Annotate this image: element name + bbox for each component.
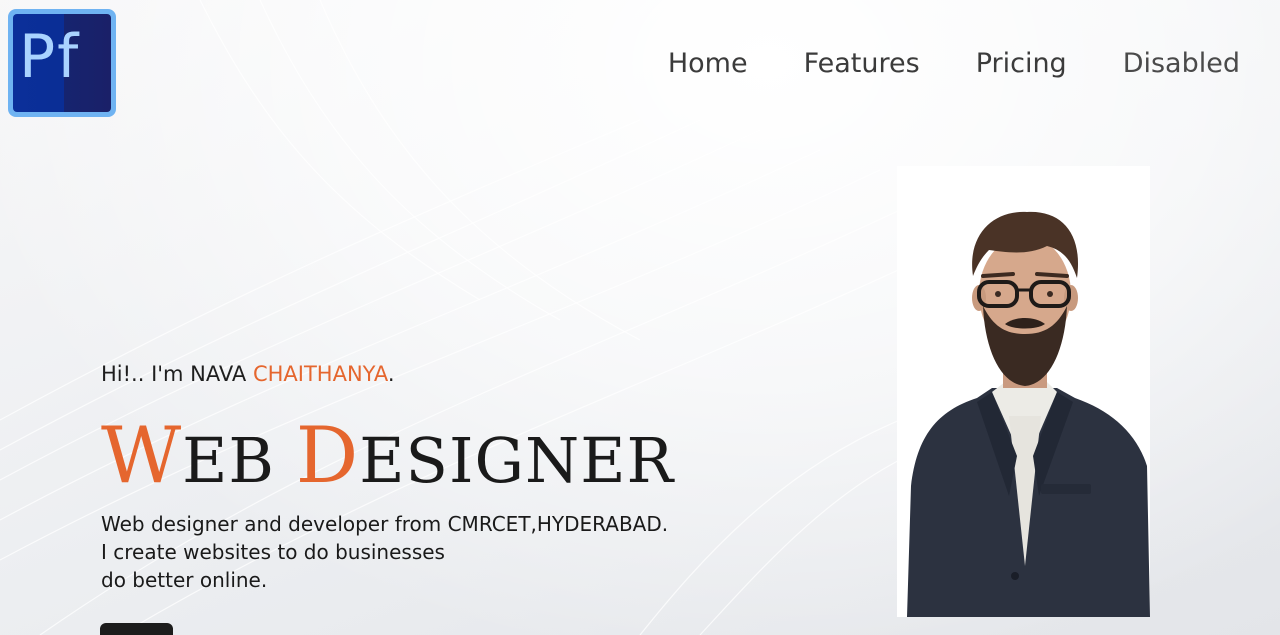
greeting-name: CHAITHANYA: [252, 362, 388, 386]
greeting-suffix: .: [387, 362, 395, 386]
title-eb: EB: [182, 424, 296, 497]
greeting-prefix: Hi!.. I'm NAVA: [101, 362, 253, 386]
site-logo[interactable]: Pf: [8, 9, 116, 117]
profile-photo: [897, 166, 1150, 617]
title-initial-w: W: [101, 411, 183, 501]
description-line: Web designer and developer from CMRCET,H…: [101, 512, 669, 536]
description-line: do better online.: [101, 568, 268, 592]
logo-tile: Pf: [13, 14, 111, 112]
title-initial-d: D: [295, 411, 360, 501]
description-line: I create websites to do businesses: [101, 540, 445, 564]
hero-cta-button[interactable]: [100, 623, 173, 635]
hero-greeting: Hi!.. I'm NAVA CHAITHANYA.: [101, 362, 395, 386]
person-illustration: [907, 211, 1150, 617]
hero-title: WEB DESIGNER: [101, 414, 674, 503]
title-esigner: ESIGNER: [359, 424, 675, 497]
hero-description: Web designer and developer from CMRCET,H…: [101, 510, 668, 594]
nav-features-link[interactable]: Features: [804, 46, 920, 82]
logo-text: Pf: [19, 22, 81, 92]
nav-disabled-link[interactable]: Disabled: [1123, 46, 1240, 82]
nav-home-link[interactable]: Home: [668, 46, 748, 82]
main-nav: Home Features Pricing Disabled: [668, 46, 1240, 82]
nav-pricing-link[interactable]: Pricing: [976, 46, 1067, 82]
